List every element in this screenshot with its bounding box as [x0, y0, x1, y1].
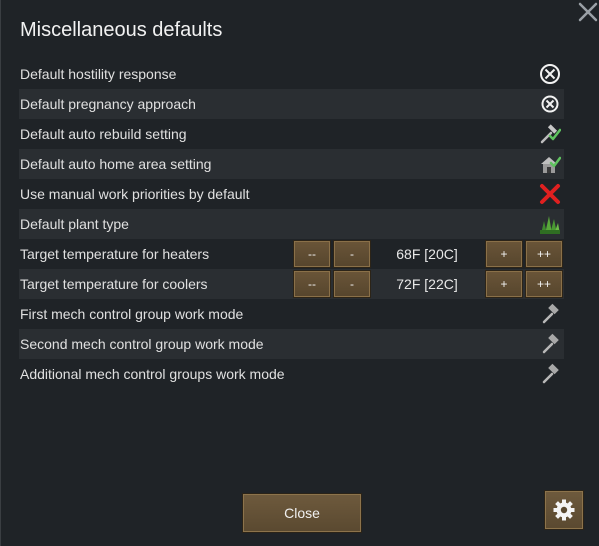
setting-row-pregnancy: Default pregnancy approach — [19, 89, 564, 119]
dialog-title: Miscellaneous defaults — [20, 19, 223, 41]
setting-label: Target temperature for heaters — [20, 246, 210, 262]
setting-row-home-area: Default auto home area setting — [19, 149, 564, 179]
cooler-decrease-button[interactable]: - — [333, 270, 371, 298]
setting-label: First mech control group work mode — [20, 306, 244, 322]
setting-row-mech-group-additional: Additional mech control groups work mode — [19, 359, 564, 389]
red-cross-icon[interactable] — [539, 183, 561, 205]
settings-button[interactable] — [544, 490, 584, 530]
hammer-icon[interactable] — [539, 303, 561, 325]
misc-defaults-dialog: Miscellaneous defaults Default hostility… — [0, 0, 599, 546]
heater-increase-large-button[interactable]: ++ — [525, 240, 563, 268]
hostility-response-icon[interactable] — [539, 63, 561, 85]
heater-temperature-value: 68F [20C] — [396, 246, 458, 262]
setting-label: Default plant type — [20, 216, 129, 232]
setting-row-plant-type: Default plant type — [19, 209, 564, 239]
auto-rebuild-checked-icon[interactable] — [539, 123, 562, 145]
setting-row-hostility: Default hostility response — [19, 59, 564, 89]
cooler-increase-button[interactable]: + — [485, 270, 523, 298]
heater-decrease-button[interactable]: - — [333, 240, 371, 268]
close-x-icon[interactable] — [577, 1, 599, 23]
setting-row-manual-priorities: Use manual work priorities by default — [19, 179, 564, 209]
setting-label: Default auto rebuild setting — [20, 126, 187, 142]
setting-label: Default hostility response — [20, 66, 177, 82]
home-area-checked-icon[interactable] — [539, 153, 562, 175]
setting-row-mech-group-first: First mech control group work mode — [19, 299, 564, 329]
close-button[interactable]: Close — [242, 493, 362, 533]
cooler-decrease-large-button[interactable]: -- — [293, 270, 331, 298]
settings-list: Default hostility response Default pregn… — [19, 59, 564, 389]
pregnancy-approach-icon[interactable] — [539, 93, 561, 115]
cooler-increase-large-button[interactable]: ++ — [525, 270, 563, 298]
setting-label: Default auto home area setting — [20, 156, 212, 172]
setting-label: Use manual work priorities by default — [20, 186, 250, 202]
setting-label: Default pregnancy approach — [20, 96, 196, 112]
setting-label: Second mech control group work mode — [20, 336, 264, 352]
setting-label: Target temperature for coolers — [20, 276, 208, 292]
heater-decrease-large-button[interactable]: -- — [293, 240, 331, 268]
setting-label: Additional mech control groups work mode — [20, 366, 285, 382]
cooler-temperature-value: 72F [22C] — [396, 276, 458, 292]
setting-row-coolers: Target temperature for coolers -- - 72F … — [19, 269, 564, 299]
hammer-icon[interactable] — [539, 333, 561, 355]
hammer-icon[interactable] — [539, 363, 561, 385]
plant-icon[interactable] — [539, 213, 561, 235]
setting-row-mech-group-second: Second mech control group work mode — [19, 329, 564, 359]
setting-row-heaters: Target temperature for heaters -- - 68F … — [19, 239, 564, 269]
heater-increase-button[interactable]: + — [485, 240, 523, 268]
setting-row-auto-rebuild: Default auto rebuild setting — [19, 119, 564, 149]
